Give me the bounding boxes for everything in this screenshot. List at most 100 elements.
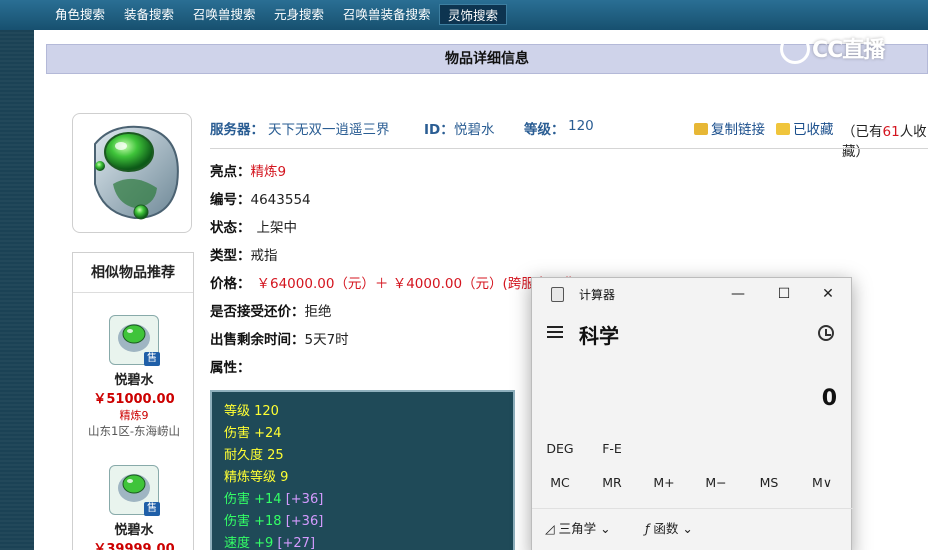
mr-button[interactable]: MR bbox=[588, 475, 636, 490]
ms-button[interactable]: MS bbox=[745, 475, 793, 490]
trig-dropdown[interactable]: ◿ 三角学 ⌄ bbox=[545, 518, 611, 537]
similar-item-name[interactable]: 悦碧水 bbox=[73, 519, 195, 538]
similar-item-name[interactable]: 悦碧水 bbox=[73, 369, 195, 388]
tab-lingshi-search[interactable]: 灵饰搜索 bbox=[439, 4, 508, 25]
attr-line: 伤害 +18 [+36] bbox=[224, 511, 501, 533]
menu-icon[interactable] bbox=[547, 326, 563, 338]
attr-line: 精炼等级 9 bbox=[224, 467, 501, 489]
collected-button[interactable]: 已收藏 bbox=[776, 118, 834, 138]
calculator-titlebar[interactable]: 计算器 — ☐ ✕ bbox=[532, 278, 851, 310]
attr-line: 伤害 +24 bbox=[224, 423, 501, 445]
tab-role-search[interactable]: 角色搜索 bbox=[47, 4, 113, 25]
prop-type-value: 戒指 bbox=[250, 248, 278, 264]
prop-bargain-value: 拒绝 bbox=[304, 304, 332, 320]
prop-price: 价格： ￥64000.00（元）＋ ￥4000.00（元）(跨服交易费) bbox=[210, 272, 581, 292]
attr-line: 速度 +9 [+27] bbox=[224, 533, 501, 550]
level-label: 等级： bbox=[524, 122, 565, 138]
prop-highlight-value: 精炼9 bbox=[250, 164, 287, 180]
server-label: 服务器： bbox=[210, 122, 264, 138]
level-value: 120 bbox=[568, 118, 594, 134]
attr-text: 耐久度 25 bbox=[224, 448, 284, 463]
close-button[interactable]: ✕ bbox=[808, 282, 848, 306]
attr-extra: [+36] bbox=[285, 514, 324, 529]
attr-text: 伤害 +14 bbox=[224, 492, 282, 507]
similar-item-thumb[interactable]: 售 bbox=[109, 465, 160, 516]
copy-link-button[interactable]: 复制链接 bbox=[694, 118, 765, 138]
deg-button[interactable]: DEG bbox=[536, 441, 584, 456]
prop-status: 状态： 上架中 bbox=[210, 216, 297, 236]
prop-type: 类型：戒指 bbox=[210, 244, 278, 264]
top-nav: 角色搜索 装备搜索 召唤兽搜索 元身搜索 召唤兽装备搜索 灵饰搜索 bbox=[0, 0, 928, 30]
m-plus-button[interactable]: M+ bbox=[640, 475, 688, 490]
similar-item[interactable]: 售 悦碧水 ￥51000.00 精炼9 山东1区-东海崂山 bbox=[73, 315, 195, 439]
item-image bbox=[72, 113, 192, 233]
prop-serial: 编号：4643554 bbox=[210, 188, 311, 208]
similar-item-thumb[interactable]: 售 bbox=[109, 315, 160, 366]
attr-extra: [+36] bbox=[285, 492, 324, 507]
similar-item-refine: 精炼9 bbox=[119, 409, 149, 422]
prop-remaining-label: 出售剩余时间： bbox=[210, 332, 305, 348]
maximize-button[interactable]: ☐ bbox=[764, 282, 804, 306]
function-icon: ƒ bbox=[645, 521, 650, 536]
similar-items-panel: 相似物品推荐 售 悦碧水 ￥51000.00 精炼9 山东1区-东海崂山 售 悦… bbox=[72, 252, 194, 550]
prop-remaining: 出售剩余时间：5天7时 bbox=[210, 328, 349, 348]
tab-equipment-search[interactable]: 装备搜索 bbox=[116, 4, 182, 25]
similar-item-price: ￥51000.00 bbox=[93, 392, 175, 407]
fe-button[interactable]: F-E bbox=[588, 441, 636, 456]
calculator-mode-row: 科学 bbox=[532, 314, 853, 354]
prop-bargain: 是否接受还价：拒绝 bbox=[210, 300, 332, 320]
function-dropdown[interactable]: ƒ 函数 ⌄ bbox=[645, 518, 693, 537]
similar-item[interactable]: 售 悦碧水 ￥39999.00 bbox=[73, 465, 195, 550]
minimize-button[interactable]: — bbox=[718, 282, 758, 306]
attribute-box: 等级 120 伤害 +24 耐久度 25 精炼等级 9 伤害 +14 [+36]… bbox=[210, 390, 515, 550]
history-icon[interactable] bbox=[818, 325, 834, 341]
tab-summon-equip-search[interactable]: 召唤兽装备搜索 bbox=[335, 4, 439, 25]
prop-highlight-label: 亮点： bbox=[210, 164, 251, 180]
calculator-divider bbox=[532, 508, 853, 509]
function-label: 函数 bbox=[653, 521, 679, 536]
chevron-down-icon: ⌄ bbox=[682, 521, 693, 536]
attr-line: 伤害 +14 [+36] bbox=[224, 489, 501, 511]
left-frame bbox=[0, 30, 34, 550]
tab-yuanshen-search[interactable]: 元身搜索 bbox=[266, 4, 332, 25]
copy-link-label: 复制链接 bbox=[711, 122, 765, 138]
item-meta-row: 服务器： 天下无双一逍遥三界 ID： 悦碧水 等级： 120 复制链接 已收藏 … bbox=[210, 118, 928, 160]
prop-status-value: 上架中 bbox=[256, 220, 298, 236]
attr-text: 伤害 +24 bbox=[224, 426, 282, 441]
prop-serial-value: 4643554 bbox=[250, 192, 311, 208]
calculator-display: 0 bbox=[821, 386, 837, 411]
collect-count-value: 61 bbox=[882, 124, 900, 140]
cc-live-logo: CC直播 bbox=[780, 32, 885, 64]
prop-type-label: 类型： bbox=[210, 248, 251, 264]
id-value: 悦碧水 bbox=[454, 122, 495, 138]
prop-bargain-label: 是否接受还价： bbox=[210, 304, 305, 320]
prop-remaining-value: 5天7时 bbox=[304, 332, 349, 348]
attr-text: 精炼等级 9 bbox=[224, 470, 289, 485]
similar-item-price: ￥39999.00 bbox=[93, 542, 175, 550]
ring-icon bbox=[94, 125, 179, 220]
prop-status-label: 状态： bbox=[210, 220, 251, 236]
memory-dropdown-button[interactable]: M∨ bbox=[798, 475, 846, 490]
similar-item-server: 山东1区-东海崂山 bbox=[88, 424, 180, 438]
mc-button[interactable]: MC bbox=[536, 475, 584, 490]
calculator-mode: 科学 bbox=[579, 324, 619, 348]
m-minus-button[interactable]: M− bbox=[692, 475, 740, 490]
id-label: ID： bbox=[424, 122, 454, 138]
chevron-down-icon: ⌄ bbox=[600, 521, 611, 536]
prop-attributes-label: 属性： bbox=[210, 360, 251, 376]
triangle-icon: ◿ bbox=[545, 521, 555, 536]
prop-attributes: 属性： bbox=[210, 356, 251, 376]
calculator-title: 计算器 bbox=[579, 288, 616, 302]
calculator-window[interactable]: 计算器 — ☐ ✕ 科学 0 DEG F-E MC MR M+ M− MS M∨… bbox=[531, 277, 853, 550]
tab-summon-search[interactable]: 召唤兽搜索 bbox=[185, 4, 264, 25]
attr-text: 等级 120 bbox=[224, 404, 279, 419]
copy-link-icon bbox=[694, 123, 708, 135]
server-value: 天下无双一逍遥三界 bbox=[268, 122, 390, 138]
attr-extra: [+27] bbox=[277, 536, 316, 550]
collect-count-prefix: （已有 bbox=[842, 124, 883, 140]
sale-badge: 售 bbox=[144, 502, 160, 516]
collect-count: （已有61人收藏） bbox=[842, 120, 928, 160]
prop-highlight: 亮点：精炼9 bbox=[210, 160, 286, 180]
trig-label: 三角学 bbox=[558, 521, 597, 536]
prop-serial-label: 编号： bbox=[210, 192, 251, 208]
